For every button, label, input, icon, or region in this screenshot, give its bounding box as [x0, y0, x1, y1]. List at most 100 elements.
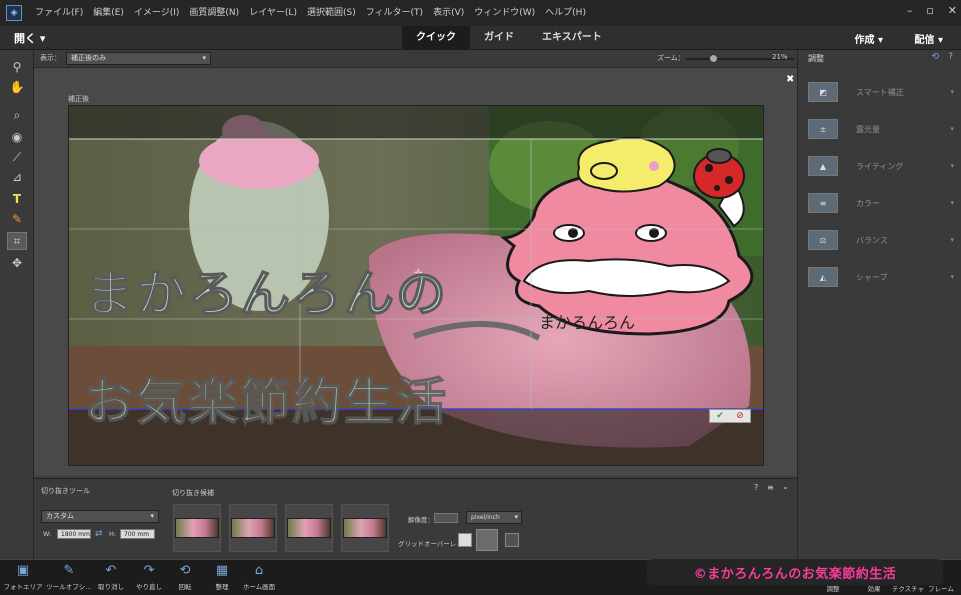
open-button[interactable]: 開く ▾ [14, 30, 45, 46]
sharpen-icon: ◭ [808, 267, 838, 287]
menu-layer[interactable]: レイヤー(L) [244, 0, 302, 26]
view-select[interactable]: 補正後のみ ▾ [66, 52, 211, 65]
grid-none-option[interactable] [458, 533, 472, 547]
adjustment-label: スマート補正 [856, 87, 904, 97]
crop-tool-title: 切り抜きツール [41, 487, 90, 495]
collapse-chevron-icon[interactable]: ⌄ [782, 482, 789, 491]
menu-image[interactable]: イメージ(I) [129, 0, 185, 26]
adjustments-title: 調整 [808, 54, 824, 63]
view-label: 表示： [40, 54, 61, 62]
move-tool-icon[interactable]: ✥ [7, 254, 27, 272]
crop-suggestion-4[interactable] [341, 504, 389, 552]
undo-icon: ↶ [105, 562, 117, 578]
zoom-slider-knob[interactable] [708, 54, 718, 63]
resolution-unit-select[interactable]: pixel/inch ▾ [466, 511, 522, 524]
crop-suggestion-1[interactable] [173, 504, 221, 552]
chevron-down-icon: ▾ [950, 162, 954, 170]
close-canvas-icon[interactable]: ✖ [786, 74, 794, 85]
mode-tabs: クイック ガイド エキスパート [402, 26, 616, 50]
tool-options-button[interactable]: ✎ ツールオプシ… [46, 562, 92, 592]
chevron-down-icon: ▾ [514, 513, 518, 521]
share-button[interactable]: 配信 ▾ [914, 31, 943, 46]
title-bar: ◈ ファイル(F) 編集(E) イメージ(I) 画質調整(N) レイヤー(L) … [0, 0, 961, 26]
red-eye-tool-icon[interactable]: ◉ [7, 128, 27, 146]
zoom-tool-icon[interactable]: ⚲ [7, 58, 27, 76]
copyright-watermark: ©まかろんろんのお気楽節約生活 [647, 559, 943, 585]
toolbox: ⚲ ✋ ⌕ ◉ ⟋ ⊿ T ✎ ⌗ ✥ [0, 50, 34, 559]
cancel-crop-icon[interactable]: ⊘ [730, 410, 750, 422]
menu-help[interactable]: ヘルプ(H) [540, 0, 591, 26]
crop-preset-select[interactable]: カスタム ▾ [41, 510, 159, 523]
chevron-down-icon: ▾ [950, 273, 954, 281]
menu-file[interactable]: ファイル(F) [30, 0, 88, 26]
create-button[interactable]: 作成 ▾ [854, 31, 883, 46]
crop-suggestion-thumb [343, 518, 387, 538]
home-screen-button[interactable]: ⌂ ホーム画面 [236, 562, 282, 592]
width-field[interactable]: 1800 mm [57, 529, 91, 539]
options-bar: 表示： 補正後のみ ▾ ズーム： 21% [34, 50, 797, 68]
whiten-teeth-tool-icon[interactable]: ⟋ [7, 148, 27, 166]
sign-text: まかろんろん [539, 313, 636, 332]
taskbar-label: 整理 [215, 583, 229, 591]
adjustment-sharpen[interactable]: ◭ シャープ ▾ [808, 266, 954, 288]
hand-tool-icon[interactable]: ✋ [7, 78, 27, 96]
resolution-field[interactable] [434, 513, 458, 523]
height-field[interactable]: 700 mm [120, 529, 155, 539]
view-select-value: 補正後のみ [71, 54, 106, 62]
panel-menu-icon[interactable]: ≡ [767, 483, 774, 492]
exposure-icon: ± [808, 119, 838, 139]
window-controls: – ▫ ✕ [907, 4, 957, 17]
photo-bin-button[interactable]: ▣ フォトエリア [0, 562, 46, 592]
adjustment-smart-fix[interactable]: ◩ スマート補正 ▾ [808, 81, 954, 103]
help-icon[interactable]: ? [948, 52, 953, 62]
type-tool-icon[interactable]: T [7, 190, 27, 208]
adjustment-color[interactable]: ≡ カラー ▾ [808, 192, 954, 214]
tab-expert[interactable]: エキスパート [528, 26, 616, 50]
quick-select-tool-icon[interactable]: ⌕ [7, 106, 27, 124]
reset-icon[interactable]: ⟲ [931, 52, 939, 62]
menu-select[interactable]: 選択範囲(S) [302, 0, 361, 26]
straighten-tool-icon[interactable]: ⊿ [7, 168, 27, 186]
tab-guided[interactable]: ガイド [470, 26, 528, 50]
adjustment-label: バランス [856, 235, 888, 245]
adjustment-label: ライティング [856, 161, 904, 171]
grid-full-option[interactable] [505, 533, 519, 547]
tab-quick[interactable]: クイック [402, 26, 470, 50]
adjustment-balance[interactable]: ⚖ バランス ▾ [808, 229, 954, 251]
title-line1: まかろんろんの [83, 264, 448, 324]
height-label: H: [109, 530, 117, 538]
chevron-down-icon: ▾ [950, 236, 954, 244]
crop-suggestion-2[interactable] [229, 504, 277, 552]
photo-canvas[interactable]: ✛ まかろんろんの お気楽節約生活 まかろんろん [68, 105, 764, 466]
commit-check-icon[interactable]: ✔ [710, 410, 730, 422]
crop-suggestion-3[interactable] [285, 504, 333, 552]
smart-fix-icon: ◩ [808, 82, 838, 102]
help-icon[interactable]: ? [754, 483, 758, 492]
crop-tool-icon[interactable]: ⌗ [7, 232, 27, 250]
spot-healing-tool-icon[interactable]: ✎ [7, 210, 27, 228]
maximize-icon[interactable]: ▫ [926, 4, 933, 17]
resolution-unit-value: pixel/inch [471, 514, 500, 521]
minimize-icon[interactable]: – [907, 4, 913, 17]
swap-dimensions-icon[interactable]: ⇄ [95, 529, 103, 539]
adjustment-label: シャープ [856, 272, 888, 282]
chevron-down-icon: ▾ [202, 54, 206, 62]
adjustment-label: 露光量 [856, 124, 880, 134]
menu-enhance[interactable]: 画質調整(N) [184, 0, 244, 26]
color-icon: ≡ [808, 193, 838, 213]
menu-window[interactable]: ウィンドウ(W) [469, 0, 540, 26]
crop-suggestion-thumb [287, 518, 331, 538]
grid-rule-of-thirds-option[interactable] [476, 529, 498, 551]
adjustment-exposure[interactable]: ± 露光量 ▾ [808, 118, 954, 140]
chevron-down-icon: ▾ [950, 125, 954, 133]
app-logo-icon: ◈ [6, 5, 22, 21]
rotate-icon: ⟲ [179, 562, 191, 578]
crop-commit-bar: ✔ ⊘ [709, 409, 751, 423]
menu-filter[interactable]: フィルター(T) [361, 0, 428, 26]
menu-edit[interactable]: 編集(E) [88, 0, 129, 26]
organizer-icon: ▦ [215, 562, 229, 578]
zoom-label: ズーム： [657, 54, 685, 62]
adjustment-lighting[interactable]: ▲ ライティング ▾ [808, 155, 954, 177]
close-window-icon[interactable]: ✕ [948, 4, 957, 17]
menu-view[interactable]: 表示(V) [428, 0, 469, 26]
